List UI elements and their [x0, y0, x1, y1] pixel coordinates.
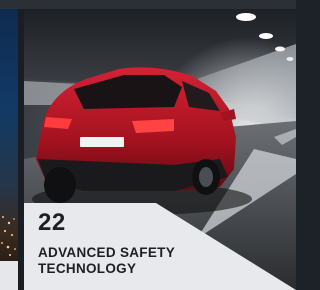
- previous-card-label-panel: [0, 261, 18, 290]
- top-strip: [0, 0, 296, 9]
- card-number: 22: [38, 209, 66, 236]
- previous-card[interactable]: [0, 9, 18, 290]
- card-title[interactable]: ADVANCED SAFETY TECHNOLOGY: [38, 245, 238, 277]
- feature-card[interactable]: 22 ADVANCED SAFETY TECHNOLOGY: [24, 9, 296, 290]
- city-lights-image: [1, 216, 16, 256]
- page: 22 ADVANCED SAFETY TECHNOLOGY: [0, 0, 296, 290]
